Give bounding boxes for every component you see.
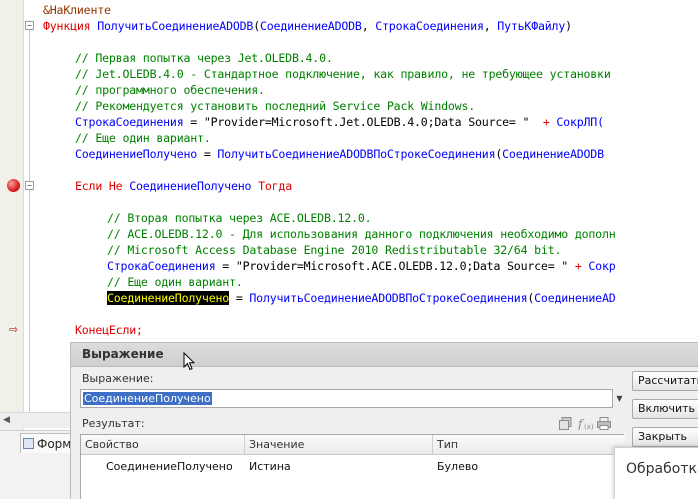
code-line-get-connection-1[interactable]: СоединениеПолучено = ПолучитьСоединениеA… <box>75 146 604 162</box>
code-line-comment[interactable]: // программного обеспечения. <box>75 82 265 98</box>
editor-gutter[interactable] <box>0 0 24 430</box>
print-icon[interactable] <box>597 417 612 430</box>
highlighted-identifier[interactable]: СоединениеПолучено <box>107 291 229 305</box>
code-line-if-statement[interactable]: Если Не СоединениеПолучено Тогда <box>75 178 292 194</box>
fold-toggle-function[interactable]: − <box>25 21 34 30</box>
execution-arrow-icon: ⇨ <box>9 323 19 336</box>
code-line-get-connection-2[interactable]: СоединениеПолучено = ПолучитьСоединениеA… <box>107 290 616 306</box>
result-table[interactable]: Свойство Значение Тип СоединениеПолучено… <box>80 434 625 499</box>
cell-property: СоединениеПолучено <box>106 460 233 473</box>
form-icon <box>23 438 34 449</box>
code-line-function-header[interactable]: Функция ПолучитьСоединениеADODB(Соединен… <box>43 18 572 34</box>
module-tabs-bar: Форма <box>0 430 80 499</box>
close-button[interactable]: Закрыть <box>632 427 698 447</box>
code-line-directive[interactable]: &НаКлиенте <box>43 2 111 18</box>
dialog-title-bar[interactable]: Выражение <box>71 343 698 367</box>
cell-value: Истина <box>249 460 291 473</box>
svg-text:(x): (x) <box>584 423 593 430</box>
expression-input[interactable]: СоединениеПолучено <box>80 389 613 408</box>
expression-input-value: СоединениеПолучено <box>83 392 212 405</box>
add-to-watch-button[interactable]: Включить в табло <box>632 399 698 419</box>
dialog-title: Выражение <box>82 347 164 361</box>
code-line-connection-string-jet[interactable]: СтрокаСоединения = "Provider=Microsoft.J… <box>75 114 604 130</box>
calculate-button[interactable]: Рассчитать <box>632 371 698 391</box>
code-line-connection-string-ace[interactable]: СтрокаСоединения = "Provider=Microsoft.A… <box>107 258 616 274</box>
column-header-value[interactable]: Значение <box>245 435 433 455</box>
code-line-comment[interactable]: // Еще один вариант. <box>75 130 211 146</box>
copy-icon[interactable] <box>559 417 574 430</box>
fold-toggle-if[interactable]: − <box>25 181 34 190</box>
code-line-comment[interactable]: // ACE.OLEDB.12.0 - Для использования да… <box>107 226 616 242</box>
result-table-header: Свойство Значение Тип <box>81 435 625 455</box>
fold-guide-line <box>29 20 30 412</box>
code-line-comment[interactable]: // Еще один вариант. <box>107 274 243 290</box>
code-line-comment[interactable]: // Jet.OLEDB.4.0 - Стандартное подключен… <box>75 66 611 82</box>
code-line-comment[interactable]: // Вторая попытка через ACE.OLEDB.12.0. <box>107 210 372 226</box>
processing-popup: Обработка <box>614 447 698 499</box>
code-line-comment[interactable]: // Microsoft Access Database Engine 2010… <box>107 242 561 258</box>
column-header-type[interactable]: Тип <box>433 435 625 455</box>
breakpoint-icon[interactable] <box>7 179 20 192</box>
processing-text: Обработка <box>626 461 698 477</box>
expression-dialog[interactable]: Выражение Выражение: СоединениеПолучено … <box>70 342 698 499</box>
cell-type: Булево <box>437 460 479 473</box>
function-icon[interactable]: f (x) <box>578 417 593 430</box>
column-header-property[interactable]: Свойство <box>81 435 245 455</box>
horizontal-scrollbar[interactable]: ◀ <box>0 412 70 428</box>
mouse-cursor-icon <box>183 352 195 371</box>
code-line-endif[interactable]: КонецЕсли; <box>75 322 143 338</box>
result-label: Результат: <box>82 417 145 430</box>
code-line-comment[interactable]: // Рекомендуется установить последний Se… <box>75 98 475 114</box>
expression-dropdown-button[interactable]: ▼ <box>614 389 625 408</box>
scroll-left-icon[interactable]: ◀ <box>3 415 10 425</box>
expression-label: Выражение: <box>82 372 154 385</box>
code-line-comment[interactable]: // Первая попытка через Jet.OLEDB.4.0. <box>75 50 333 66</box>
